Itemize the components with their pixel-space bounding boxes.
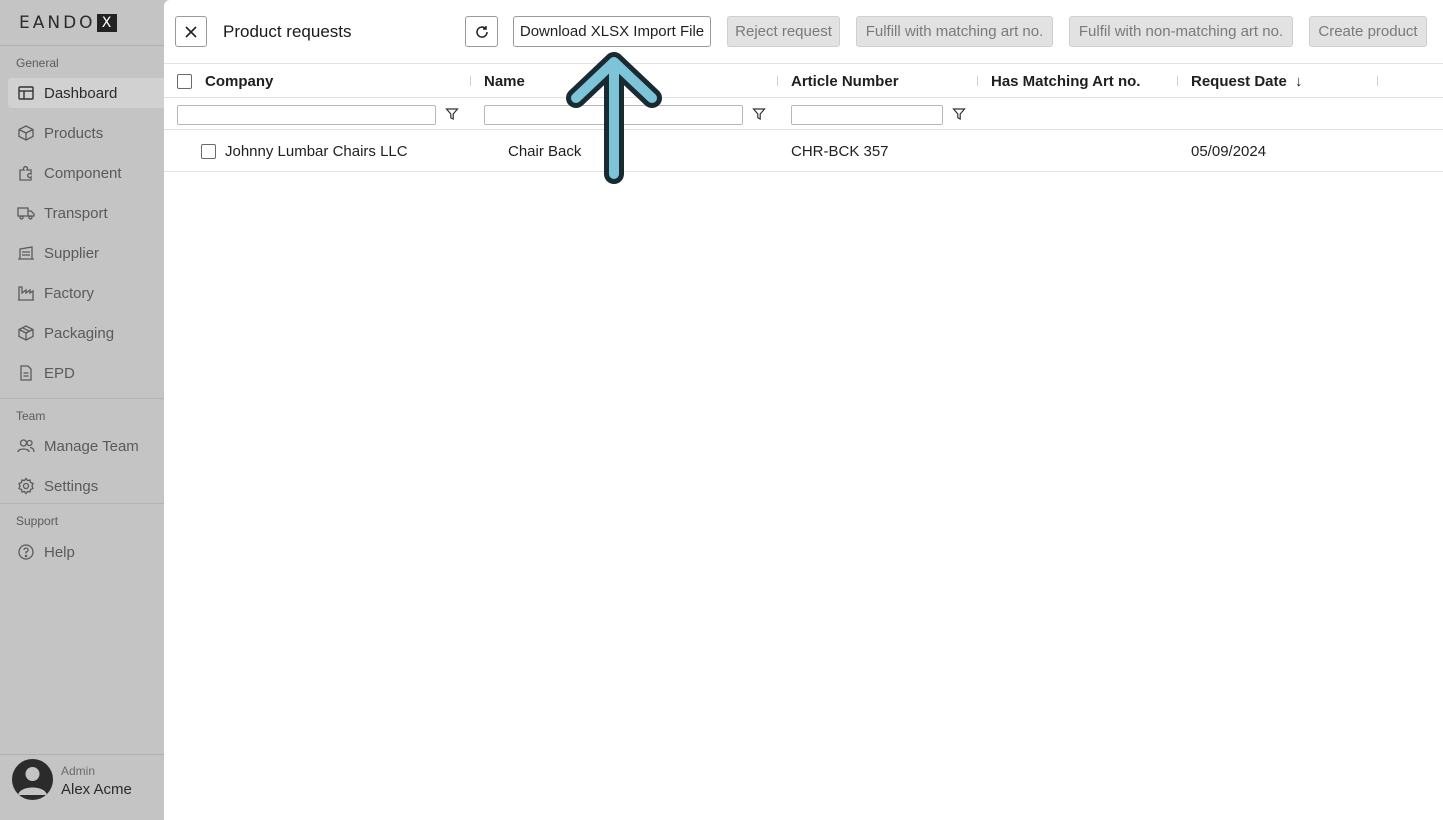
sort-desc-icon: ↓ — [1295, 73, 1303, 90]
table-row[interactable]: Johnny Lumbar Chairs LLC Chair Back CHR-… — [164, 131, 1443, 172]
factory-icon — [16, 284, 36, 302]
logo[interactable]: EANDO X — [19, 13, 117, 33]
sidebar-item-products[interactable]: Products — [8, 118, 164, 148]
sidebar-item-settings[interactable]: Settings — [8, 471, 164, 501]
logo-area: EANDO X — [0, 0, 164, 46]
column-header-company[interactable]: Company — [205, 73, 273, 90]
table-icon — [16, 84, 36, 102]
close-icon — [185, 25, 197, 38]
sidebar-item-label: Settings — [44, 477, 99, 495]
page-title: Product requests — [223, 22, 352, 41]
sidebar-divider — [0, 503, 164, 504]
sidebar-item-help[interactable]: Help — [8, 537, 164, 567]
cell-article-number: CHR-BCK 357 — [791, 143, 889, 160]
column-header-name[interactable]: Name — [484, 73, 525, 90]
cell-request-date: 05/09/2024 — [1191, 143, 1267, 160]
sidebar-item-label: EPD — [44, 364, 75, 382]
logo-text: EANDO — [19, 13, 96, 33]
gear-icon — [16, 477, 36, 495]
product-requests-panel: Product requests Download XLSX Import Fi… — [164, 0, 1443, 820]
column-header-label: Request Date — [1191, 73, 1287, 90]
section-label-general: General — [16, 56, 59, 70]
logo-mark: X — [96, 14, 117, 32]
sidebar-item-transport[interactable]: Transport — [8, 198, 164, 228]
filter-icon[interactable] — [952, 107, 966, 121]
column-separator[interactable] — [1177, 76, 1178, 86]
help-icon — [16, 543, 36, 561]
sidebar-item-factory[interactable]: Factory — [8, 278, 164, 308]
sidebar-item-label: Help — [44, 543, 75, 561]
truck-icon — [16, 204, 36, 222]
document-icon — [16, 364, 36, 382]
column-header-has-matching[interactable]: Has Matching Art no. — [991, 73, 1140, 90]
refresh-icon — [475, 25, 488, 38]
user-name: Alex Acme — [61, 781, 132, 798]
filter-row — [164, 98, 1443, 130]
sidebar-item-label: Component — [44, 164, 122, 182]
download-xlsx-button[interactable]: Download XLSX Import File — [513, 16, 711, 47]
article-number-filter-input[interactable] — [791, 105, 943, 125]
sidebar-item-label: Transport — [44, 204, 108, 222]
package-icon — [16, 324, 36, 342]
filter-icon[interactable] — [445, 107, 459, 121]
sidebar-item-dashboard[interactable]: Dashboard — [8, 78, 164, 108]
sidebar-item-label: Packaging — [44, 324, 115, 342]
section-label-support: Support — [16, 514, 59, 528]
reject-request-button[interactable]: Reject request — [727, 16, 840, 47]
warehouse-icon — [16, 244, 36, 262]
close-button[interactable] — [175, 16, 207, 47]
sidebar-item-manage-team[interactable]: Manage Team — [8, 431, 164, 461]
column-header-request-date[interactable]: Request Date ↓ — [1191, 73, 1303, 90]
fulfil-non-matching-button[interactable]: Fulfil with non-matching art no. — [1069, 16, 1293, 47]
select-all-checkbox[interactable] — [177, 74, 192, 89]
column-separator[interactable] — [777, 76, 778, 86]
create-product-button[interactable]: Create product — [1309, 16, 1427, 47]
column-separator[interactable] — [977, 76, 978, 86]
column-separator[interactable] — [470, 76, 471, 86]
cell-company: Johnny Lumbar Chairs LLC — [225, 143, 408, 160]
sidebar-item-label: Supplier — [44, 244, 100, 262]
fulfill-matching-button[interactable]: Fulfill with matching art no. — [856, 16, 1053, 47]
table-header: Company Name Article Number Has Matching… — [164, 64, 1443, 98]
sidebar-item-label: Factory — [44, 284, 95, 302]
cube-icon — [16, 124, 36, 142]
sidebar-item-label: Manage Team — [44, 437, 139, 455]
sidebar-item-epd[interactable]: EPD — [8, 358, 164, 388]
avatar — [12, 759, 53, 800]
company-filter-input[interactable] — [177, 105, 436, 125]
user-profile[interactable]: Admin Alex Acme — [0, 754, 164, 820]
sidebar-divider — [0, 398, 164, 399]
section-label-team: Team — [16, 409, 46, 423]
sidebar-item-label: Dashboard — [44, 84, 118, 102]
users-icon — [16, 437, 36, 455]
sidebar-item-supplier[interactable]: Supplier — [8, 238, 164, 268]
sidebar-item-packaging[interactable]: Packaging — [8, 318, 164, 348]
row-checkbox[interactable] — [201, 144, 216, 159]
puzzle-icon — [16, 164, 36, 182]
sidebar-item-label: Products — [44, 124, 104, 142]
filter-icon[interactable] — [752, 107, 766, 121]
sidebar: EANDO X General Dashboard Products Compo… — [0, 0, 164, 820]
column-header-article-number[interactable]: Article Number — [791, 73, 899, 90]
user-role: Admin — [61, 764, 96, 778]
column-separator[interactable] — [1377, 76, 1378, 86]
sidebar-item-component[interactable]: Component — [8, 158, 164, 188]
refresh-button[interactable] — [465, 16, 498, 47]
annotation-arrow-icon — [566, 52, 662, 184]
